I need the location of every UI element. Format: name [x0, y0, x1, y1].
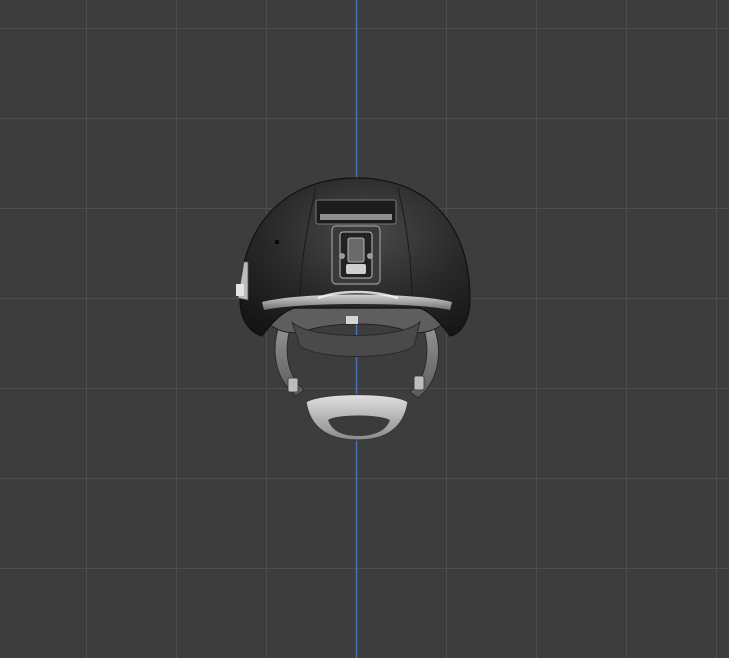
nvg-mount-icon — [331, 225, 381, 285]
shell-marker-icon — [275, 240, 279, 244]
left-buckle-icon — [287, 377, 299, 393]
left-rail-clip-icon — [236, 284, 244, 296]
right-buckle-icon — [413, 375, 425, 391]
liner-clip-icon — [346, 316, 358, 324]
nvg-shroud-plate-icon — [315, 199, 397, 225]
helmet-model[interactable] — [0, 0, 729, 658]
nvg-plate-strip-icon — [320, 214, 392, 220]
3d-viewport[interactable] — [0, 0, 729, 658]
